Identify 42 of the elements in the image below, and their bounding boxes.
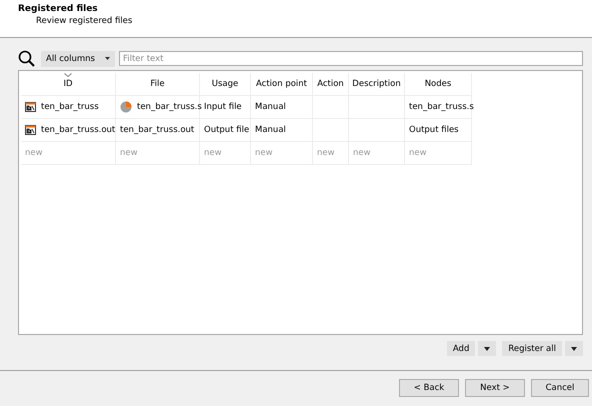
column-header[interactable]: Description (349, 73, 405, 96)
column-header[interactable]: ID (21, 73, 116, 96)
table-cell: ten_bar_truss.s (409, 102, 474, 112)
column-dropdown[interactable]: All columns (41, 50, 115, 66)
search-icon (18, 50, 35, 67)
table-cell: new (317, 148, 335, 158)
column-header[interactable]: Action point (251, 73, 313, 96)
page-subtitle: Review registered files (36, 16, 132, 26)
table-cell: new (353, 148, 371, 158)
console-icon (25, 125, 36, 135)
caret-icon (104, 57, 110, 60)
table-cell: Input file (204, 102, 242, 112)
action-button[interactable]: Add (446, 341, 476, 356)
column-header[interactable]: Usage (200, 73, 251, 96)
caret-icon (484, 346, 490, 350)
table-cell: ten_bar_truss (41, 102, 99, 112)
table-cell: ten_bar_truss.out (120, 125, 194, 135)
action-button[interactable]: Register all (502, 341, 562, 356)
table-cell: new (409, 148, 427, 158)
dropdown-button[interactable] (565, 341, 583, 356)
table-cell: new (25, 148, 43, 158)
console-icon (25, 102, 36, 112)
table-cell: ten_bar_truss.s (137, 102, 202, 112)
table-cell: new (255, 148, 273, 158)
table-cell: Output files (409, 125, 459, 135)
page-title: Registered files (18, 4, 98, 14)
table-cell: new (204, 148, 222, 158)
filter-field[interactable]: Filter text (118, 51, 583, 66)
table-cell: Manual (255, 125, 286, 135)
disc-icon (120, 101, 132, 113)
table-cell: Output file (204, 125, 250, 135)
column-header[interactable]: File (116, 73, 200, 96)
dropdown-button[interactable] (478, 341, 496, 356)
dialog-button[interactable]: Next > (465, 379, 525, 397)
table-cell: ten_bar_truss.out (41, 125, 116, 135)
caret-icon (571, 346, 577, 350)
table-cell: Manual (255, 102, 286, 112)
column-header[interactable]: Action (313, 73, 349, 96)
dialog-button[interactable]: < Back (399, 379, 459, 397)
table-cell: new (120, 148, 138, 158)
column-header[interactable]: Nodes (405, 73, 472, 96)
dialog-button[interactable]: Cancel (531, 379, 589, 397)
